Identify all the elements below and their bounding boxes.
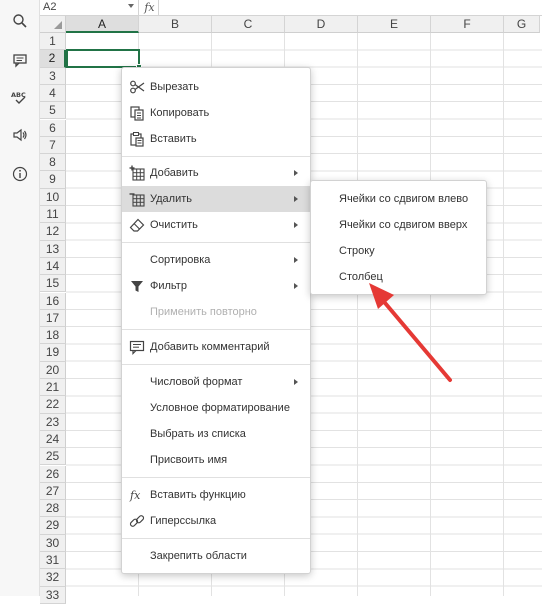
column-header[interactable]: E bbox=[358, 16, 431, 33]
row-header[interactable]: 13 bbox=[40, 240, 66, 258]
row-header[interactable]: 30 bbox=[40, 534, 66, 552]
chevron-right-icon bbox=[294, 196, 298, 202]
menu-separator bbox=[122, 242, 310, 243]
chevron-right-icon bbox=[294, 170, 298, 176]
column-header[interactable]: G bbox=[504, 16, 540, 33]
menu-item-number-format[interactable]: Числовой формат bbox=[122, 369, 310, 395]
active-cell[interactable] bbox=[66, 49, 142, 70]
submenu-item-shift-cells-left[interactable]: Ячейки со сдвигом влево bbox=[311, 186, 486, 212]
row-header[interactable]: 3 bbox=[40, 67, 66, 85]
row-header[interactable]: 29 bbox=[40, 517, 66, 535]
submenu-item-entire-row[interactable]: Строку bbox=[311, 238, 486, 264]
row-header[interactable]: 27 bbox=[40, 482, 66, 501]
chevron-right-icon bbox=[294, 222, 298, 228]
row-header[interactable]: 11 bbox=[40, 206, 66, 224]
paste-icon bbox=[128, 130, 146, 148]
left-toolbar: ABC bbox=[0, 0, 40, 596]
menu-item-paste[interactable]: Вставить bbox=[122, 126, 310, 152]
menu-separator bbox=[122, 538, 310, 539]
formula-bar: A2 fx bbox=[40, 0, 542, 16]
menu-separator bbox=[122, 156, 310, 157]
menu-item-delete[interactable]: Удалить bbox=[122, 186, 310, 212]
link-icon bbox=[128, 512, 146, 530]
row-header[interactable]: 20 bbox=[40, 361, 66, 379]
insert-function-icon[interactable]: fx bbox=[141, 0, 159, 15]
menu-item-sort[interactable]: Сортировка bbox=[122, 247, 310, 273]
delete-cells-icon bbox=[128, 190, 146, 208]
row-header[interactable]: 10 bbox=[40, 188, 66, 206]
menu-item-hyperlink[interactable]: Гиперссылка bbox=[122, 508, 310, 534]
row-header[interactable]: 19 bbox=[40, 344, 66, 362]
menu-separator bbox=[122, 364, 310, 365]
menu-item-cut[interactable]: Вырезать bbox=[122, 74, 310, 100]
column-header[interactable]: A bbox=[66, 16, 139, 33]
annotation-arrow-icon bbox=[369, 283, 452, 382]
row-header[interactable]: 5 bbox=[40, 102, 66, 120]
menu-item-filter[interactable]: Фильтр bbox=[122, 273, 310, 299]
comments-icon[interactable] bbox=[7, 49, 33, 71]
menu-item-reapply: Применить повторно bbox=[150, 306, 257, 318]
menu-item-insert-function[interactable]: fx Вставить функцию bbox=[122, 482, 310, 508]
menu-item-freeze-panes[interactable]: Закрепить области bbox=[122, 543, 310, 569]
row-header[interactable]: 2 bbox=[40, 50, 66, 68]
eraser-icon bbox=[128, 216, 146, 234]
menu-item-clear[interactable]: Очистить bbox=[122, 212, 310, 238]
menu-item-insert[interactable]: Добавить bbox=[122, 160, 310, 186]
scissors-icon bbox=[128, 78, 146, 96]
column-header[interactable]: B bbox=[139, 16, 212, 33]
row-header[interactable]: 32 bbox=[40, 569, 66, 587]
row-header[interactable]: 1 bbox=[40, 33, 66, 51]
row-header[interactable]: 22 bbox=[40, 396, 66, 414]
row-header[interactable]: 33 bbox=[40, 586, 66, 604]
chevron-down-icon[interactable] bbox=[128, 4, 134, 8]
speaker-icon[interactable] bbox=[7, 124, 33, 146]
comment-icon bbox=[128, 338, 146, 356]
row-header[interactable]: 26 bbox=[40, 465, 66, 483]
row-header[interactable]: 21 bbox=[40, 379, 66, 397]
row-header[interactable]: 4 bbox=[40, 84, 66, 103]
row-header[interactable]: 12 bbox=[40, 223, 66, 241]
row-header[interactable]: 6 bbox=[40, 119, 66, 137]
row-header[interactable]: 7 bbox=[40, 136, 66, 155]
copy-icon bbox=[128, 104, 146, 122]
row-header[interactable]: 16 bbox=[40, 292, 66, 310]
select-all-triangle-icon bbox=[54, 21, 62, 29]
row-header[interactable]: 28 bbox=[40, 500, 66, 518]
context-menu: Вырезать Копировать Вставить Добавить Уд… bbox=[121, 67, 311, 574]
menu-item-pick-from-list[interactable]: Выбрать из списка bbox=[122, 421, 310, 447]
menu-separator bbox=[122, 477, 310, 478]
menu-item-add-comment[interactable]: Добавить комментарий bbox=[122, 334, 310, 360]
row-header[interactable]: 23 bbox=[40, 413, 66, 431]
insert-cells-icon bbox=[128, 164, 146, 182]
chevron-right-icon bbox=[294, 257, 298, 263]
row-header[interactable]: 9 bbox=[40, 171, 66, 189]
svg-text:fx: fx bbox=[129, 489, 141, 502]
menu-item-define-name[interactable]: Присвоить имя bbox=[122, 447, 310, 473]
search-icon[interactable] bbox=[7, 10, 33, 32]
row-header[interactable]: 8 bbox=[40, 154, 66, 172]
column-header[interactable]: C bbox=[212, 16, 285, 33]
row-header[interactable]: 24 bbox=[40, 430, 66, 449]
chevron-right-icon bbox=[294, 283, 298, 289]
row-header[interactable]: 25 bbox=[40, 448, 66, 466]
info-icon[interactable] bbox=[7, 163, 33, 185]
row-header[interactable]: 18 bbox=[40, 327, 66, 345]
submenu-item-shift-cells-up[interactable]: Ячейки со сдвигом вверх bbox=[311, 212, 486, 238]
menu-item-conditional-formatting[interactable]: Условное форматирование bbox=[122, 395, 310, 421]
row-header[interactable]: 14 bbox=[40, 257, 66, 276]
column-header[interactable]: F bbox=[431, 16, 504, 33]
filter-icon bbox=[128, 277, 146, 295]
spellcheck-icon[interactable]: ABC bbox=[7, 86, 33, 108]
column-header[interactable]: D bbox=[285, 16, 358, 33]
row-header[interactable]: 17 bbox=[40, 309, 66, 328]
row-header[interactable]: 31 bbox=[40, 552, 66, 570]
menu-separator bbox=[122, 329, 310, 330]
function-icon: fx bbox=[128, 486, 146, 504]
chevron-right-icon bbox=[294, 379, 298, 385]
select-all-corner[interactable] bbox=[40, 16, 66, 33]
row-header[interactable]: 15 bbox=[40, 275, 66, 293]
name-box[interactable]: A2 bbox=[40, 0, 139, 15]
menu-item-copy[interactable]: Копировать bbox=[122, 100, 310, 126]
